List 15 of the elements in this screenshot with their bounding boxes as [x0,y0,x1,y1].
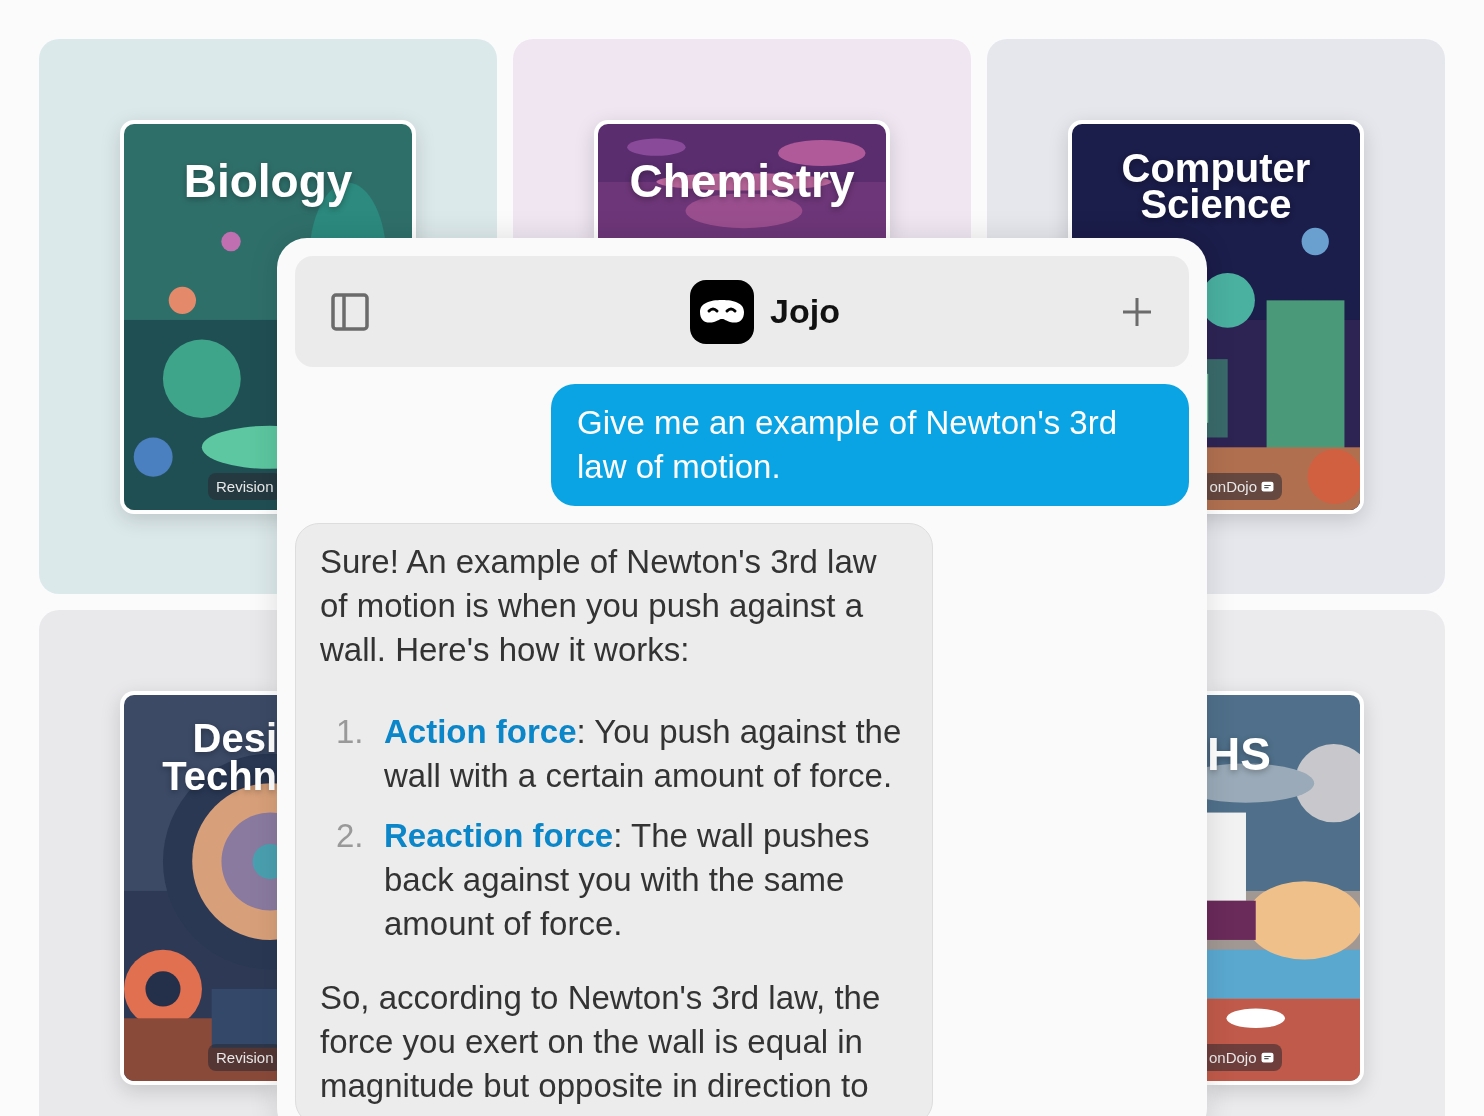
sidebar-toggle-icon[interactable] [331,292,369,331]
cover-title: HS [1207,731,1271,777]
cover-title: Desi Techn [162,719,277,795]
list-number: 1. [336,712,364,752]
list-item-text: Reaction force: The wall pushes back against you with the same amount of force. [384,816,871,944]
chat-title: Jojo [770,292,840,331]
list-number: 2. [336,816,364,856]
message-paragraph: Sure! An example of Newton's 3rd law of motion is when you push against a wall. Here's how it works: [320,542,878,670]
new-chat-icon[interactable] [1121,295,1153,328]
user-message: Give me an example of Newton's 3rd law of motion. [551,384,1189,506]
cover-title: Computer Science [1120,150,1312,222]
brand-badge: onDojo [1207,1044,1282,1071]
list-item-text: Action force: You push against the wall with a certain amount of force. [384,712,903,796]
message-paragraph: So, according to Newton's 3rd law, the force you exert on the wall is equal in magnitude but opposite in direction to [320,978,882,1106]
mask-logo-icon [690,279,755,344]
